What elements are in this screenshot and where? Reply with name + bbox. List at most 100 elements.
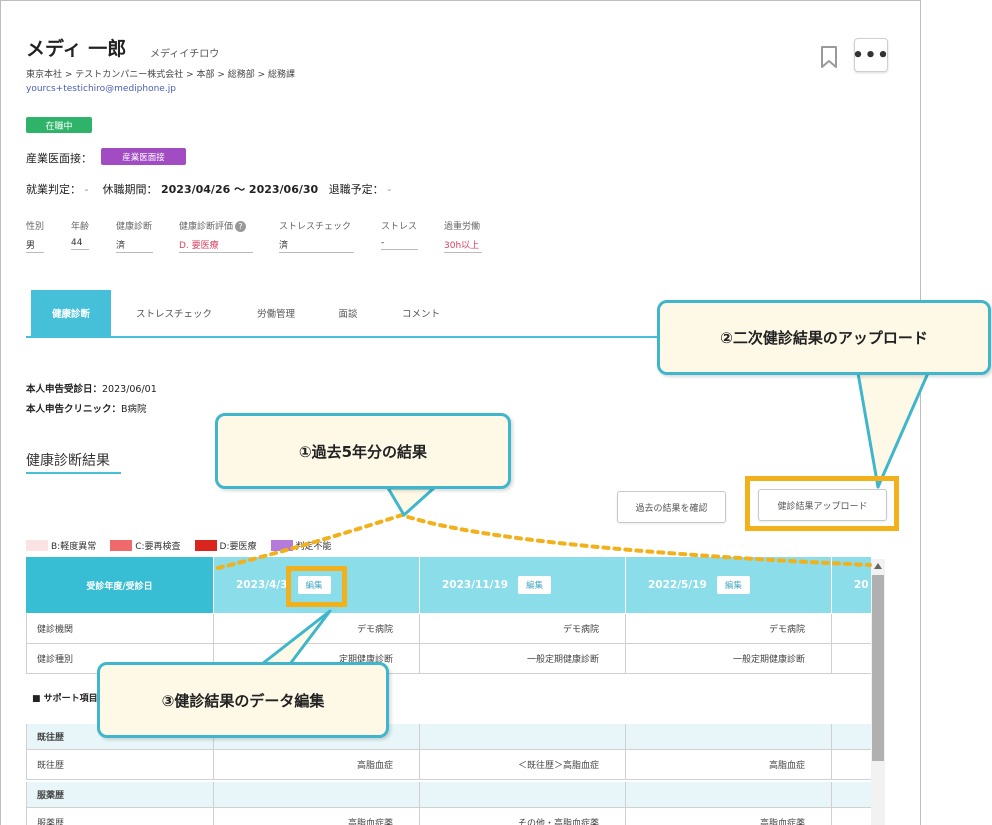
legend-swatch (110, 539, 133, 551)
metric-label: 性別 (26, 222, 45, 232)
row-value: デモ病院 (626, 614, 832, 644)
sangyo-label: 産業医面接： (26, 152, 92, 165)
metric-value: 30h以上 (444, 238, 482, 253)
group-header-row: 服薬歴 (26, 782, 871, 808)
upload-highlight (745, 476, 899, 531)
row-value: 高脂血症薬 (626, 808, 832, 825)
row-value: デモ病院 (214, 614, 420, 644)
edit-highlight (286, 566, 347, 607)
metric-label: 健康診断 (116, 222, 153, 232)
employee-name: メディ 一郎 (26, 38, 127, 60)
callout-past-results: ①過去5年分の結果 (215, 413, 511, 489)
group-cell (626, 724, 832, 750)
metric-value: 済 (279, 238, 354, 253)
row-label: 既往歴 (26, 750, 214, 780)
edit-button[interactable]: 編集 (518, 576, 552, 594)
metric-age: 年齢 44 (71, 219, 89, 250)
self-report-date: 本人申告受診日：2023/06/01 (26, 384, 157, 395)
row-value: 一般定期健康診断 (420, 644, 626, 674)
metric-label: ストレス (381, 222, 418, 232)
table-row: 健診機関 デモ病院 デモ病院 デモ病院 (26, 614, 871, 644)
metric-value: 44 (71, 238, 89, 250)
row-value: 一般定期健康診断 (626, 644, 832, 674)
tab-stress-check[interactable]: ストレスチェック (126, 290, 222, 336)
section-underline (26, 472, 121, 474)
past-results-button[interactable]: 過去の結果を確認 (617, 491, 726, 523)
work-status-line: 就業判定： - 休職期間： 2023/04/26 ～ 2023/06/30 退職… (26, 181, 391, 197)
row-label: 健診機関 (26, 614, 214, 644)
sangyo-badge: 産業医面接 (101, 148, 186, 165)
bookmark-icon[interactable] (819, 45, 839, 69)
table-row: 服薬歴 高脂血症薬 その他・高脂血症薬 高脂血症薬 (26, 808, 871, 825)
row-value: 高脂血症薬 (214, 808, 420, 825)
date-column-3: 2022/5/19 編集 (626, 557, 832, 614)
status-badge: 在職中 (26, 117, 92, 133)
row-value: 高脂血症 (626, 750, 832, 780)
row-value (832, 808, 871, 825)
more-options-button[interactable]: ••• (852, 38, 890, 72)
legend-swatch (26, 539, 48, 551)
table-row: 既往歴 高脂血症 ＜既往歴＞高脂血症 高脂血症 (26, 750, 871, 780)
row-value: その他・高脂血症薬 (420, 808, 626, 825)
row-value (832, 644, 871, 674)
tab-interview[interactable]: 面談 (326, 290, 370, 336)
metric-value: 男 (26, 238, 44, 253)
row-value: デモ病院 (420, 614, 626, 644)
row-value (832, 750, 871, 780)
row-value: ＜既往歴＞高脂血症 (420, 750, 626, 780)
metric-health-eval: 健康診断評価? D. 要医療 (179, 219, 253, 253)
legend-item: 判定不能 (270, 539, 332, 552)
leave-label: 休職期間： (102, 183, 158, 196)
tab-comment[interactable]: コメント (386, 290, 456, 336)
table-header-row: 受診年度/受診日 2023/4/3 編集 2023/11/19 編集 2022/5/… (26, 557, 871, 614)
breadcrumb: 東京本社 > テストカンパニー株式会社 > 本部 > 総務部 > 総務課 (26, 70, 296, 80)
metric-label: ストレスチェック (279, 222, 352, 232)
legend-swatch (194, 539, 217, 551)
tab-labor[interactable]: 労働管理 (246, 290, 306, 336)
metric-gender: 性別 男 (26, 219, 44, 253)
legend-item: D:要医療 (194, 539, 257, 552)
date-column-4: 20 (832, 557, 871, 614)
metric-health-check: 健康診断 済 (116, 219, 153, 253)
employee-kana: メディイチロウ (150, 49, 220, 60)
metric-label: 健康診断評価? (179, 219, 253, 232)
leave-value: 2023/04/26 ～ 2023/06/30 (160, 183, 319, 196)
metric-label: 年齢 (71, 222, 90, 232)
callout-edit: ③健診結果のデータ編集 (97, 662, 389, 738)
judgement-value: - (84, 183, 89, 196)
metric-value: D. 要医療 (179, 238, 253, 253)
legend: B:軽度異常 C:要再検査 D:要医療 判定不能 (26, 538, 346, 552)
edit-button[interactable]: 編集 (716, 576, 750, 594)
help-icon[interactable]: ? (235, 221, 247, 232)
employee-email[interactable]: yourcs+testichiro@mediphone.jp (26, 84, 176, 94)
more-icon: ••• (852, 44, 890, 66)
metric-label: 過重労働 (444, 222, 481, 232)
metric-value: 済 (116, 238, 153, 253)
date-column-2: 2023/11/19 編集 (420, 557, 626, 614)
group-cell (832, 724, 871, 750)
legend-item: B:軽度異常 (26, 539, 96, 552)
support-items-heading: ■ サポート項目 (32, 694, 98, 704)
retire-value: - (387, 183, 392, 196)
legend-swatch (270, 539, 293, 551)
tab-health-check[interactable]: 健康診断 (31, 290, 111, 336)
metric-stress-check: ストレスチェック 済 (279, 219, 354, 253)
group-title: 服薬歴 (26, 782, 214, 808)
group-cell (420, 782, 626, 808)
retire-label: 退職予定： (328, 183, 384, 196)
self-report-clinic: 本人申告クリニック：B病院 (26, 404, 147, 415)
header-label-cell: 受診年度/受診日 (26, 557, 214, 614)
row-value: 高脂血症 (214, 750, 420, 780)
table-scrollbar[interactable] (871, 559, 885, 825)
row-label: 服薬歴 (26, 808, 214, 825)
scroll-up-icon[interactable] (874, 563, 882, 569)
section-title: 健康診断結果 (26, 453, 110, 469)
group-cell (214, 782, 420, 808)
group-cell (626, 782, 832, 808)
metric-overwork: 過重労働 30h以上 (444, 219, 482, 253)
legend-item: C:要再検査 (110, 539, 181, 552)
metric-stress: ストレス - (381, 219, 418, 250)
row-value (832, 614, 871, 644)
group-cell (832, 782, 871, 808)
scrollbar-thumb[interactable] (872, 575, 884, 761)
